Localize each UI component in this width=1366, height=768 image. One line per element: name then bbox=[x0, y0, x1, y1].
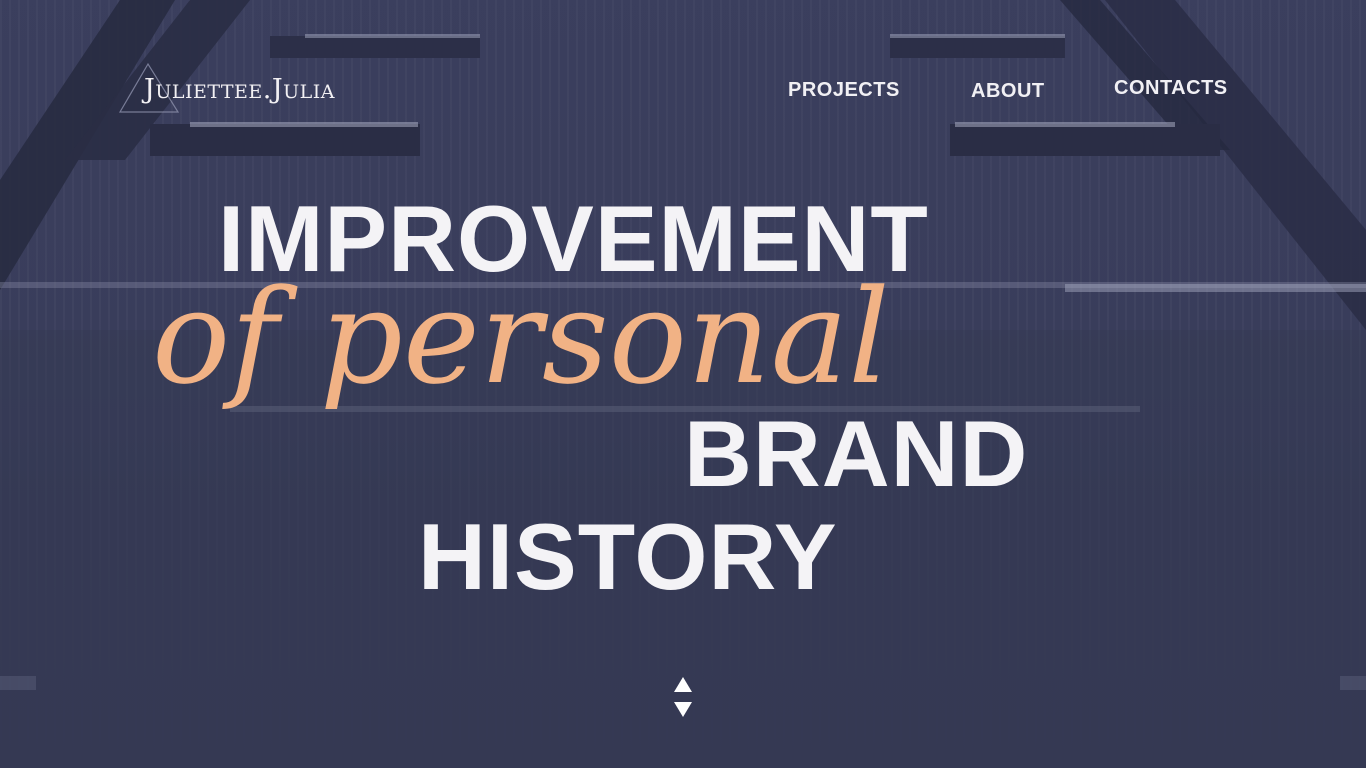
nav-projects-link[interactable]: PROJECTS bbox=[788, 79, 900, 102]
nav-about-link[interactable]: ABOUT bbox=[971, 80, 1045, 103]
hero-headline-line-4: HISTORY bbox=[418, 504, 838, 609]
scroll-control[interactable] bbox=[672, 676, 694, 720]
page: Juliettee.Julia PROJECTS ABOUT CONTACTS … bbox=[0, 0, 1366, 768]
hero-headline-line-3: BRAND bbox=[684, 401, 1029, 506]
main-nav: PROJECTS ABOUT CONTACTS bbox=[0, 76, 1366, 106]
hero-headline-line-2: of personal bbox=[152, 261, 890, 413]
triangle-up-icon[interactable] bbox=[674, 677, 692, 692]
nav-contacts-link[interactable]: CONTACTS bbox=[1114, 77, 1228, 100]
triangle-down-icon[interactable] bbox=[674, 702, 692, 717]
